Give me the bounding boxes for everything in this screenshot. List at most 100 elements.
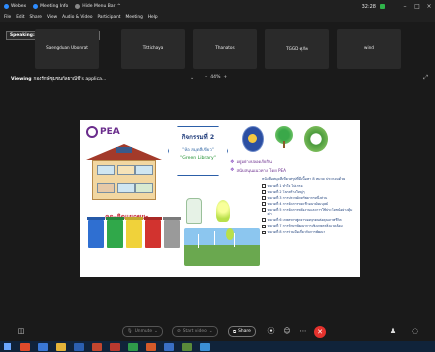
menu-file[interactable]: File — [4, 15, 11, 20]
participant-tile[interactable]: Thanatos — [193, 29, 257, 69]
zoom-control[interactable]: – 44% + — [205, 75, 227, 80]
start-video-button[interactable]: ⊘ Start video ⌄ — [172, 326, 218, 337]
participant-name: Tittichaya — [142, 45, 164, 50]
tab-meeting-info[interactable]: Meeting Info — [33, 4, 68, 9]
powerpoint-taskbar-icon[interactable] — [92, 342, 102, 351]
reactions-icon[interactable]: ☺ — [282, 326, 292, 336]
security-shield-icon[interactable] — [380, 4, 385, 9]
checklist-item: หมวดที่ 1 ทำใจ ไม่เกรอ — [262, 184, 354, 188]
unmute-button[interactable]: 🎙 Unmute ⌄ — [122, 326, 163, 337]
more-options-icon[interactable]: ⋯ — [298, 326, 308, 336]
acrobat-taskbar-icon[interactable] — [110, 342, 120, 351]
info-icon — [33, 4, 39, 9]
chevron-down-icon: ⌄ — [154, 329, 158, 334]
webex-taskbar-icon[interactable] — [164, 342, 174, 351]
meeting-timer: 32:28 — [361, 3, 376, 10]
word-taskbar-icon[interactable] — [74, 342, 84, 351]
app-taskbar-icon[interactable] — [200, 342, 210, 351]
activity-subtitle: "ห้อ สมุดสีเขียว" — [182, 148, 214, 153]
activity-title: กิจกรรมที่ 2 — [181, 134, 215, 141]
shared-content-area: PEA กิจกรรมที่ 2 "ห้อ สมุดสีเขียว" "Gree… — [0, 85, 435, 320]
tab-webex[interactable]: Webex — [4, 4, 26, 9]
green-bin-icon — [107, 220, 123, 248]
checkbox-icon — [262, 196, 266, 200]
viewing-bar: Viewing กองรักษ์ชุมชนกัลยาณีชี's applica… — [0, 73, 435, 85]
checklist-text: หมวดที่ 6 เกษตรกรพูดจาของทุกคนต่อคุณภาพช… — [267, 217, 342, 222]
participant-tile[interactable]: TGGD ศุภัค — [265, 29, 329, 69]
participant-tile[interactable]: wind — [337, 29, 401, 69]
menu-icon — [75, 4, 81, 9]
emblem-seal-icon — [242, 126, 264, 152]
speaking-label: Speaking: — [10, 33, 35, 38]
meeting-toolbar: ◫ 🎙 Unmute ⌄ ⊘ Start video ⌄ ⧉ Share ⦿ ☺ ⋯ ✕ … — [0, 320, 435, 341]
leave-meeting-button[interactable]: ✕ — [314, 326, 326, 338]
microphone-muted-icon: 🎙 — [127, 329, 133, 334]
view-options-icon[interactable]: ⤢ — [423, 74, 428, 82]
air-purifier-icon — [186, 198, 202, 224]
participants-icon[interactable]: ♟ — [388, 326, 398, 336]
maximize-icon[interactable]: □ — [411, 3, 423, 10]
menu-share[interactable]: Share — [30, 15, 42, 20]
menu-edit[interactable]: Edit — [16, 15, 24, 20]
participant-tile[interactable]: Tittichaya — [121, 29, 185, 69]
checkbox-icon — [262, 190, 266, 194]
checkbox-icon — [262, 184, 266, 188]
green-book-checklist: หนังสือสมุดสีเขียวสรุปที่มีเนื้อหา 8 หมว… — [262, 176, 354, 236]
participant-name: Thanatos — [215, 45, 235, 50]
close-icon[interactable]: × — [423, 3, 435, 10]
red-bin-icon — [145, 220, 161, 248]
video-off-icon: ⊘ — [177, 329, 181, 334]
blue-bin-icon — [88, 220, 104, 248]
tab-webex-label: Webex — [11, 4, 27, 9]
bullet-text: อยู่อย่างปลอดภัยกิน — [236, 159, 272, 164]
activity-title-block: กิจกรรมที่ 2 "ห้อ สมุดสีเขียว" "Green Li… — [168, 126, 228, 176]
app-taskbar-icon[interactable] — [146, 342, 156, 351]
tab-meeting-info-label: Meeting Info — [40, 4, 69, 9]
chevron-down-icon: ⌄ — [208, 329, 213, 334]
menu-help[interactable]: Help — [148, 15, 158, 20]
star-icon: ❖ — [230, 158, 235, 165]
zoom-level: 44% — [210, 75, 221, 80]
minimize-icon[interactable]: – — [399, 3, 411, 10]
checklist-item: หมวดที่ 7 การรักษาพัฒนาการเชิงเกษตรสิ่งแ… — [262, 224, 354, 229]
windows-taskbar — [0, 341, 435, 352]
checklist-heading: หนังสือสมุดสีเขียวสรุปที่มีเนื้อหา 8 หมว… — [262, 177, 346, 181]
app-taskbar-icon[interactable] — [128, 342, 138, 351]
menu-participant[interactable]: Participant — [97, 15, 120, 20]
chat-icon[interactable]: ◌ — [410, 326, 420, 336]
participant-tile[interactable]: Saengduan Ubonrat — [35, 29, 99, 69]
record-icon[interactable]: ⦿ — [266, 326, 276, 336]
menu-view[interactable]: View — [47, 15, 57, 20]
slide-bullets: ❖ อยู่อย่างปลอดภัยกิน ❖ สนับสนุนแนวทาง โดย… — [230, 158, 286, 175]
webex-icon — [4, 4, 9, 9]
menu-meeting[interactable]: Meeting — [126, 15, 143, 20]
activity-english: "Green Library" — [180, 156, 216, 161]
chevron-down-icon[interactable]: ⌄ — [190, 75, 194, 81]
share-screen-icon: ⧉ — [233, 329, 237, 335]
windows-start-icon[interactable] — [4, 343, 11, 350]
checklist-text: หมวดที่ 3 การประหยัดทรัพยากรหนึ่งส่วน — [267, 195, 328, 200]
checklist-text: หมวดที่ 7 การรักษาพัฒนาการเชิงเกษตรสิ่งแ… — [267, 224, 343, 229]
leaf-bulb-icon — [226, 228, 234, 240]
app-taskbar-icon[interactable] — [182, 342, 192, 351]
chat-bubble-icon[interactable]: ◫ — [16, 326, 26, 336]
checkbox-icon — [262, 208, 266, 212]
pea-logo-icon — [86, 126, 98, 138]
checklist-item: หมวดที่ 8 การร่วมมือเกี่ยวกับการพัฒนา — [262, 230, 354, 235]
participant-name: wind — [364, 45, 374, 50]
checkbox-icon — [262, 230, 266, 235]
house-illustration — [86, 144, 162, 200]
share-button[interactable]: ⧉ Share — [228, 326, 256, 337]
hide-menu-bar-button[interactable]: Hide Menu Bar ^ — [75, 4, 121, 9]
checklist-text: หมวดที่ 1 ทำใจ ไม่เกรอ — [267, 183, 303, 188]
ie-taskbar-icon[interactable] — [38, 342, 48, 351]
recycling-bins — [88, 220, 180, 248]
unmute-label: Unmute — [134, 329, 153, 334]
menu-audio-video[interactable]: Audio & Video — [62, 15, 92, 20]
folder-taskbar-icon[interactable] — [56, 342, 66, 351]
checkbox-icon — [262, 202, 266, 206]
star-icon: ❖ — [230, 167, 235, 173]
title-bar: Webex Meeting Info Hide Menu Bar ^ 32:28… — [0, 0, 435, 13]
chrome-taskbar-icon[interactable] — [20, 342, 30, 351]
checklist-text: หมวดที่ 8 การร่วมมือเกี่ยวกับการพัฒนา — [267, 230, 326, 235]
